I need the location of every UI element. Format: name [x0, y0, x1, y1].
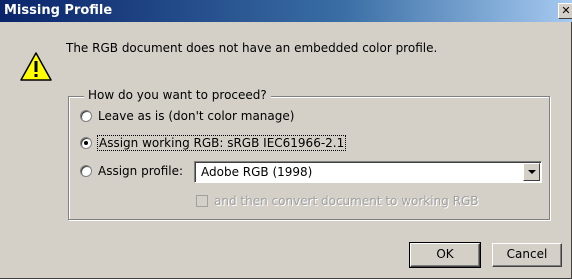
convert-checkbox-label: and then convert document to working RGB	[214, 194, 479, 208]
window-title: Missing Profile	[4, 3, 113, 18]
chevron-down-icon[interactable]	[523, 163, 540, 181]
title-bar[interactable]: Missing Profile ✕	[0, 0, 572, 22]
message-text: The RGB document does not have an embedd…	[66, 41, 438, 55]
convert-checkbox	[196, 195, 208, 207]
radio-label: Leave as is (don't color manage)	[98, 109, 295, 123]
warning-icon	[20, 52, 52, 81]
close-button[interactable]: ✕	[558, 3, 572, 19]
radio-assign-profile[interactable]: Assign profile:	[80, 164, 183, 178]
radio-button[interactable]	[80, 110, 92, 122]
profile-select[interactable]: Adobe RGB (1998)	[194, 161, 542, 183]
close-icon: ✕	[561, 4, 571, 17]
radio-assign-working-rgb[interactable]: Assign working RGB: sRGB IEC61966-2.1	[80, 135, 347, 151]
convert-checkbox-row: and then convert document to working RGB	[196, 194, 479, 208]
radio-button-selected[interactable]	[80, 137, 92, 149]
cancel-button[interactable]: Cancel	[492, 243, 562, 267]
radio-label: Assign working RGB: sRGB IEC61966-2.1	[96, 135, 347, 151]
missing-profile-dialog: Missing Profile ✕ The RGB document does …	[0, 0, 572, 279]
radio-button[interactable]	[80, 165, 92, 177]
profile-select-value: Adobe RGB (1998)	[201, 165, 313, 179]
radio-leave-as-is[interactable]: Leave as is (don't color manage)	[80, 109, 294, 123]
ok-button[interactable]: OK	[409, 242, 481, 268]
group-legend: How do you want to proceed?	[84, 88, 271, 102]
radio-label: Assign profile:	[98, 164, 184, 178]
